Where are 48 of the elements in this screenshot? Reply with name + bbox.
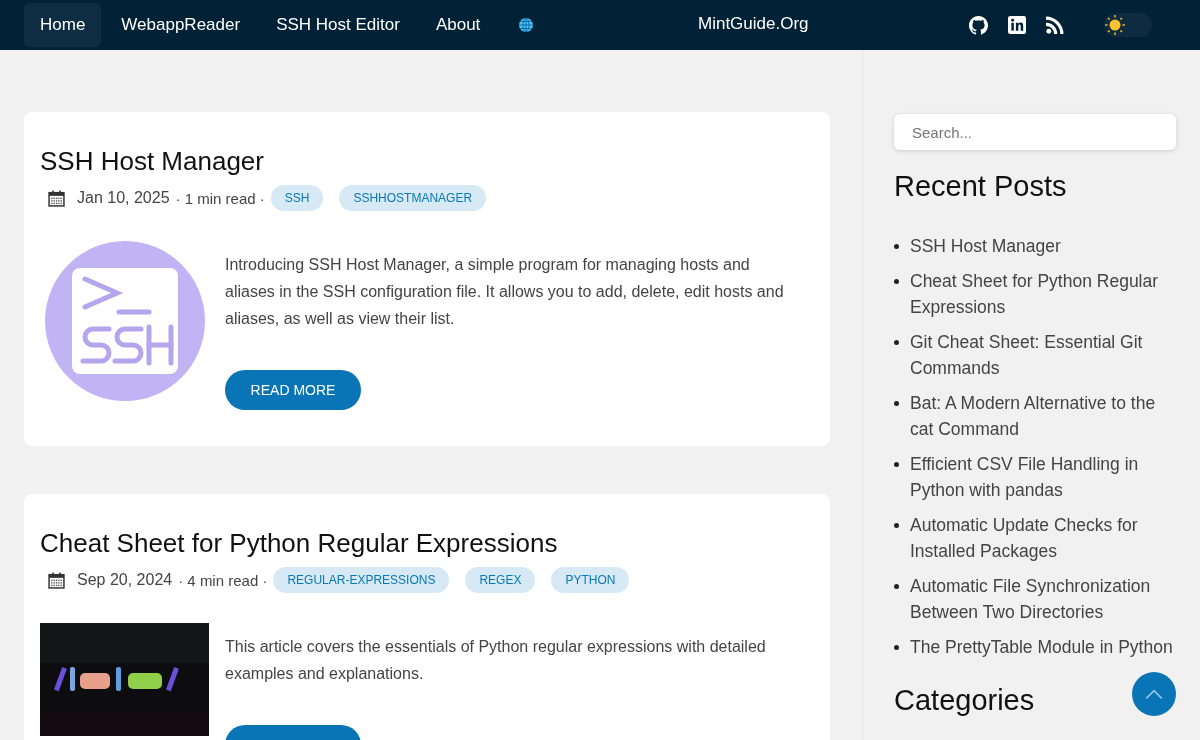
bullet-icon (894, 461, 899, 467)
bullet-icon (894, 583, 899, 589)
theme-toggle[interactable] (1104, 13, 1152, 37)
recent-post-link[interactable]: Git Cheat Sheet: Essential Git Commands (910, 328, 1176, 382)
search-field[interactable]: Search... (894, 114, 1176, 150)
linkedin-icon[interactable] (1008, 16, 1026, 34)
recent-post-link[interactable]: SSH Host Manager (910, 233, 1061, 260)
sun-icon (1104, 14, 1126, 36)
post-date: Jan 10, 2025 (77, 189, 170, 207)
nav-link[interactable]: Home (24, 3, 102, 47)
recent-post-link[interactable]: Automatic Update Checks for Installed Packages (910, 511, 1176, 565)
site-title[interactable]: MintGuide.Org (698, 14, 809, 34)
tag-chip[interactable]: SSH (270, 185, 324, 211)
tag-chip[interactable]: PYTHON (551, 567, 630, 593)
recent-post-link[interactable]: Bat: A Modern Alternative to the cat Command (910, 389, 1176, 443)
nav-link[interactable]: WebappReader (105, 3, 257, 47)
post-summary: This article covers the essentials of Python regular expressions with detailed examples and explanations. (225, 637, 767, 684)
nav-link[interactable]: SSH Host Editor (260, 3, 416, 47)
read-time: · 1 min read · (175, 189, 265, 207)
tag-chip[interactable]: REGULAR-EXPRESSIONS (273, 567, 450, 593)
recent-post-link[interactable]: The PrettyTable Module in Python (910, 633, 1173, 660)
globe-icon[interactable] (518, 17, 535, 33)
recent-post-link[interactable]: Automatic File Synchronization Between Two Directories (910, 572, 1176, 626)
tag-chip[interactable]: SSHHOSTMANAGER (339, 185, 487, 211)
section-heading: Recent Posts (894, 170, 1068, 203)
post-title[interactable]: Cheat Sheet for Python Regular Expressions (40, 528, 814, 559)
bullet-icon (894, 244, 899, 249)
recent-post-link[interactable]: Cheat Sheet for Python Regular Expressions (910, 267, 1176, 321)
calendar-icon (48, 189, 65, 207)
post-date: Sep 20, 2024 (77, 571, 173, 589)
rss-icon[interactable] (1046, 16, 1064, 34)
bullet-icon (894, 400, 899, 406)
bullet-icon (894, 339, 899, 345)
bullet-icon (894, 644, 899, 650)
read-more-button[interactable]: READ MORE (225, 370, 361, 410)
section-heading: Categories (894, 684, 1035, 717)
bullet-icon (894, 278, 899, 284)
read-time: · 4 min read · (178, 571, 268, 589)
post-title[interactable]: SSH Host Manager (40, 146, 814, 177)
scroll-to-top-button[interactable] (1132, 672, 1176, 716)
nav-link[interactable]: About (419, 3, 497, 47)
terminal-logo-icon (45, 241, 205, 401)
github-icon[interactable] (969, 15, 988, 35)
bullet-icon (894, 522, 899, 528)
recent-post-link[interactable]: Efficient CSV File Handling in Python with pandas (910, 450, 1176, 504)
tag-chip[interactable]: REGEX (465, 567, 536, 593)
calendar-icon (48, 571, 65, 589)
post-summary: Introducing SSH Host Manager, a simple program for managing hosts and aliases in the SSH configuration file. It allows you to add, delete, edit hosts and aliases, as well as view their list. (225, 255, 785, 329)
